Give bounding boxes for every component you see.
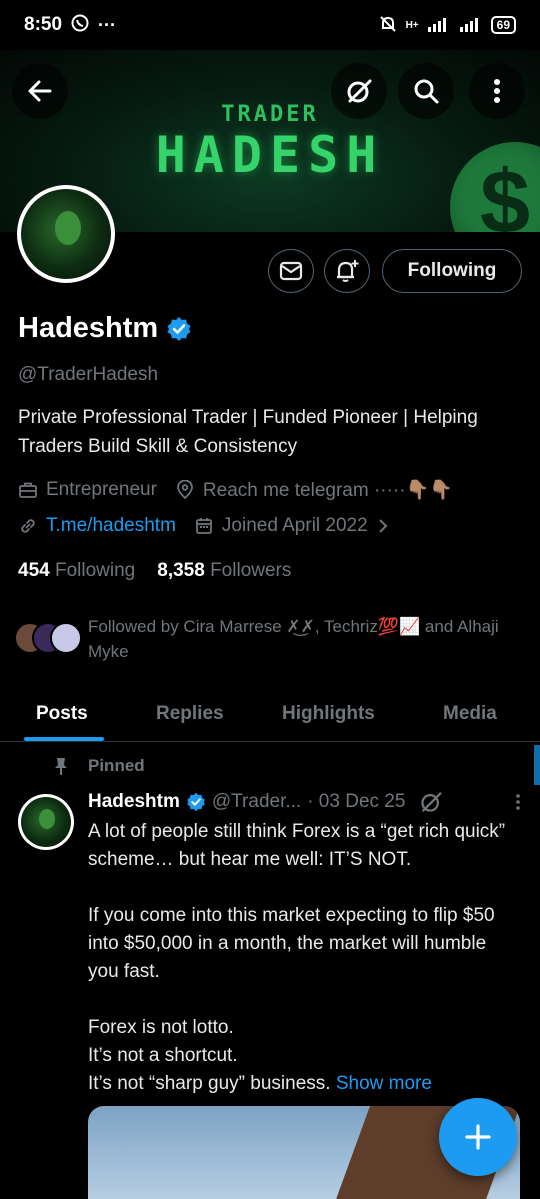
tab-posts[interactable]: Posts — [36, 686, 88, 742]
calendar-icon — [196, 518, 212, 534]
battery-indicator: 69 — [490, 16, 516, 34]
category-item: Entrepreneur — [18, 479, 157, 501]
chevron-right-icon — [378, 519, 388, 533]
mail-icon — [279, 261, 303, 281]
signal-icon — [427, 16, 451, 35]
grok-icon[interactable] — [419, 790, 443, 814]
tab-highlights[interactable]: Highlights — [282, 686, 375, 742]
grok-button[interactable] — [331, 63, 387, 119]
avatar — [50, 622, 82, 654]
tab-media[interactable]: Media — [443, 686, 497, 742]
compose-button[interactable] — [439, 1098, 517, 1176]
followed-by-avatars — [14, 614, 84, 654]
followers-count-link[interactable]: 8,358 Followers — [157, 560, 291, 582]
website-item[interactable]: T.me/hadeshtm — [18, 515, 176, 537]
signal-icon-2 — [459, 16, 483, 35]
more-options-button[interactable] — [469, 63, 525, 119]
profile-bio: Private Professional Trader | Funded Pio… — [18, 407, 478, 457]
link-icon — [21, 519, 35, 533]
display-name: Hadeshtm — [18, 312, 159, 344]
pinned-label: Pinned — [88, 756, 145, 775]
active-tab-indicator — [24, 737, 104, 741]
tab-replies[interactable]: Replies — [156, 686, 224, 742]
back-button[interactable] — [12, 63, 68, 119]
followers-count: 8,358 — [157, 560, 205, 581]
following-count-link[interactable]: 454 Following — [18, 560, 135, 582]
follow-counts: 454 Following 8,358 Followers — [18, 560, 291, 582]
network-type: H+ — [405, 19, 419, 31]
whatsapp-icon — [70, 13, 90, 38]
joined-item[interactable]: Joined April 2022 — [194, 515, 390, 537]
message-button[interactable] — [268, 249, 314, 293]
location-text: Reach me telegram ·····👇🏽👇🏽 — [202, 480, 453, 501]
profile-handle: @TraderHadesh — [18, 364, 159, 385]
post-header: Hadeshtm @Trader... · 03 Dec 25 — [88, 790, 528, 814]
profile-meta-row-1: Entrepreneur Reach me telegram ·····👇🏽👇🏽 — [18, 478, 471, 502]
post-author-avatar[interactable] — [18, 794, 74, 850]
status-bar: 8:50 ··· H+ 69 — [0, 0, 540, 50]
location-pin-icon — [177, 480, 193, 500]
arrow-left-icon — [28, 80, 52, 102]
profile-avatar[interactable] — [17, 185, 115, 283]
category-text: Entrepreneur — [46, 479, 157, 500]
post-date[interactable]: · 03 Dec 25 — [307, 791, 405, 813]
grok-icon — [347, 79, 372, 103]
location-item: Reach me telegram ·····👇🏽👇🏽 — [175, 478, 453, 502]
followers-label: Followers — [210, 560, 292, 581]
avatar-image — [21, 797, 71, 847]
mute-icon — [378, 14, 398, 37]
verified-badge-icon — [187, 792, 205, 812]
plus-icon — [465, 1124, 491, 1150]
search-icon — [414, 79, 439, 104]
pinned-label-row: Pinned — [52, 756, 145, 776]
more-vertical-icon — [494, 79, 500, 103]
post-author-handle[interactable]: @Trader... — [212, 791, 301, 813]
more-notifications-icon: ··· — [98, 14, 117, 35]
profile-meta-row-2: T.me/hadeshtm Joined April 2022 — [18, 515, 408, 537]
pin-icon — [55, 758, 67, 775]
website-link[interactable]: T.me/hadeshtm — [46, 515, 176, 537]
search-button[interactable] — [398, 63, 454, 119]
followed-by-row[interactable]: Followed by Cira Marrese ✗͜✗, Techriz💯📈 … — [14, 614, 524, 664]
more-vertical-icon[interactable] — [508, 792, 528, 812]
post-text: A lot of people still think Forex is a “… — [88, 821, 506, 1094]
joined-text: Joined April 2022 — [221, 515, 368, 536]
post-body[interactable]: A lot of people still think Forex is a “… — [88, 818, 520, 1098]
show-more-link[interactable]: Show more — [336, 1073, 432, 1094]
following-label: Following — [54, 560, 136, 581]
banner-line1: TRADER — [221, 102, 319, 127]
profile-tabs: Posts Replies Highlights Media — [0, 686, 540, 742]
avatar-image — [21, 189, 111, 279]
following-count: 454 — [18, 560, 50, 581]
following-button[interactable]: Following — [382, 249, 522, 293]
briefcase-icon — [19, 482, 37, 498]
clock: 8:50 — [24, 14, 63, 35]
notifications-button[interactable] — [324, 249, 370, 293]
scroll-indicator[interactable] — [534, 745, 540, 785]
bell-plus-icon — [337, 260, 359, 282]
verified-badge-icon[interactable] — [166, 316, 192, 342]
profile-name-row: Hadeshtm — [18, 312, 192, 345]
followed-by-text: Followed by Cira Marrese ✗͜✗, Techriz💯📈 … — [88, 617, 499, 661]
post-author-name[interactable]: Hadeshtm — [88, 791, 180, 813]
